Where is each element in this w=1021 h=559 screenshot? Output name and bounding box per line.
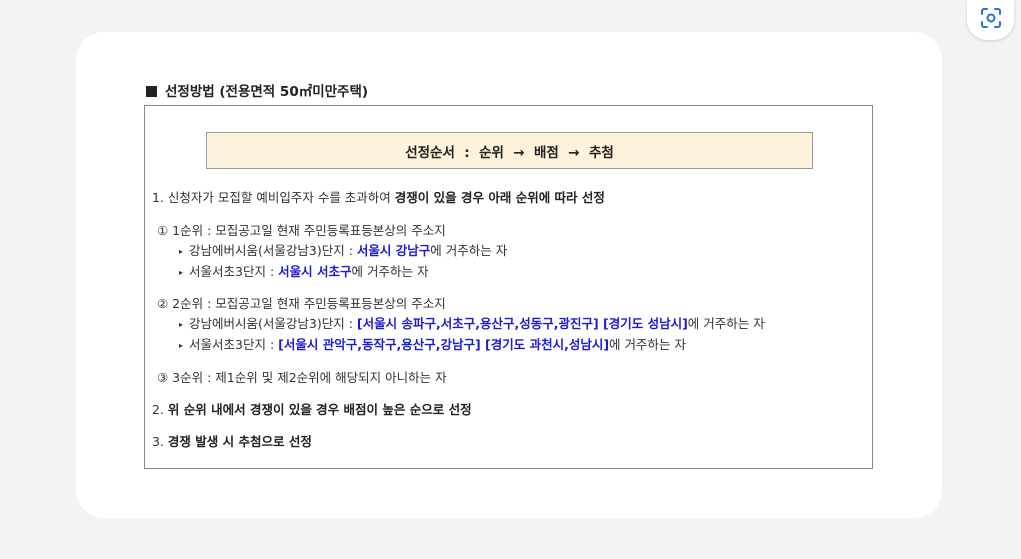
rule-3-number: 3. [152, 434, 168, 449]
item-prefix: 서울서초3단지 : [189, 337, 279, 352]
content-card: 선정방법 (전용면적 50㎡미만주택) 선정순서 : 순위 → 배점 → 추첨 … [76, 32, 942, 518]
rank-2-item: ▸ 강남에버시움(서울강남3)단지 : [서울시 송파구,서초구,용산구,성동구,… [179, 313, 765, 332]
item-highlight: [서울시 송파구,서초구,용산구,성동구,광진구] [경기도 성남시] [356, 316, 688, 331]
rank-2-item: ▸ 서울서초3단지 : [서울시 관악구,동작구,용산구,강남구] [경기도 과천… [179, 334, 686, 353]
item-suffix: 에 거주하는 자 [609, 337, 686, 352]
rank-1-title: ① 1순위 : 모집공고일 현재 주민등록표등본상의 주소지 [157, 223, 446, 238]
item-highlight: [서울시 관악구,동작구,용산구,강남구] [경기도 과천시,성남시] [278, 337, 610, 352]
rank-1-item: ▸ 서울서초3단지 : 서울시 서초구에 거주하는 자 [179, 261, 428, 280]
triangle-bullet-icon: ▸ [179, 341, 184, 350]
rule-2: 2. 위 순위 내에서 경쟁이 있을 경우 배점이 높은 순으로 선정 [152, 399, 472, 418]
item-prefix: 강남에버시움(서울강남3)단지 : [189, 243, 357, 258]
item-highlight: 서울시 서초구 [278, 264, 352, 279]
rank-2-title: ② 2순위 : 모집공고일 현재 주민등록표등본상의 주소지 [157, 296, 446, 311]
item-suffix: 에 거주하는 자 [430, 243, 508, 258]
selection-order-box: 선정순서 : 순위 → 배점 → 추첨 [206, 132, 813, 169]
item-suffix: 에 거주하는 자 [687, 316, 765, 331]
rule-3: 3. 경쟁 발생 시 추첨으로 선정 [152, 431, 312, 450]
rule-3-bold: 경쟁 발생 시 추첨으로 선정 [167, 434, 312, 449]
rule-2-number: 2. [152, 402, 168, 417]
rank-3-title: ③ 3순위 : 제1순위 및 제2순위에 해당되지 아니하는 자 [157, 370, 447, 385]
item-suffix: 에 거주하는 자 [351, 264, 429, 279]
rank-1-item: ▸ 강남에버시움(서울강남3)단지 : 서울시 강남구에 거주하는 자 [179, 240, 507, 259]
selection-method-box: 선정순서 : 순위 → 배점 → 추첨 1. 신청자가 모집할 예비입주자 수를… [144, 105, 873, 469]
visual-search-button[interactable] [967, 0, 1014, 40]
item-prefix: 서울서초3단지 : [189, 264, 279, 279]
triangle-bullet-icon: ▸ [179, 247, 184, 256]
visual-search-icon [979, 6, 1003, 34]
triangle-bullet-icon: ▸ [179, 268, 184, 277]
section-title-text: 선정방법 (전용면적 50㎡미만주택) [165, 84, 369, 100]
triangle-bullet-icon: ▸ [179, 320, 184, 329]
rule-2-bold: 위 순위 내에서 경쟁이 있을 경우 배점이 높은 순으로 선정 [167, 402, 472, 417]
rule-1: 1. 신청자가 모집할 예비입주자 수를 초과하여 경쟁이 있을 경우 아래 순… [152, 187, 605, 206]
rule-1-bold: 경쟁이 있을 경우 아래 순위에 따라 선정 [394, 190, 605, 205]
item-highlight: 서울시 강남구 [356, 243, 431, 258]
square-bullet-icon [146, 86, 157, 97]
rule-1-text: 1. 신청자가 모집할 예비입주자 수를 초과하여 [152, 190, 395, 205]
item-prefix: 강남에버시움(서울강남3)단지 : [189, 316, 357, 331]
section-title: 선정방법 (전용면적 50㎡미만주택) [146, 80, 368, 100]
